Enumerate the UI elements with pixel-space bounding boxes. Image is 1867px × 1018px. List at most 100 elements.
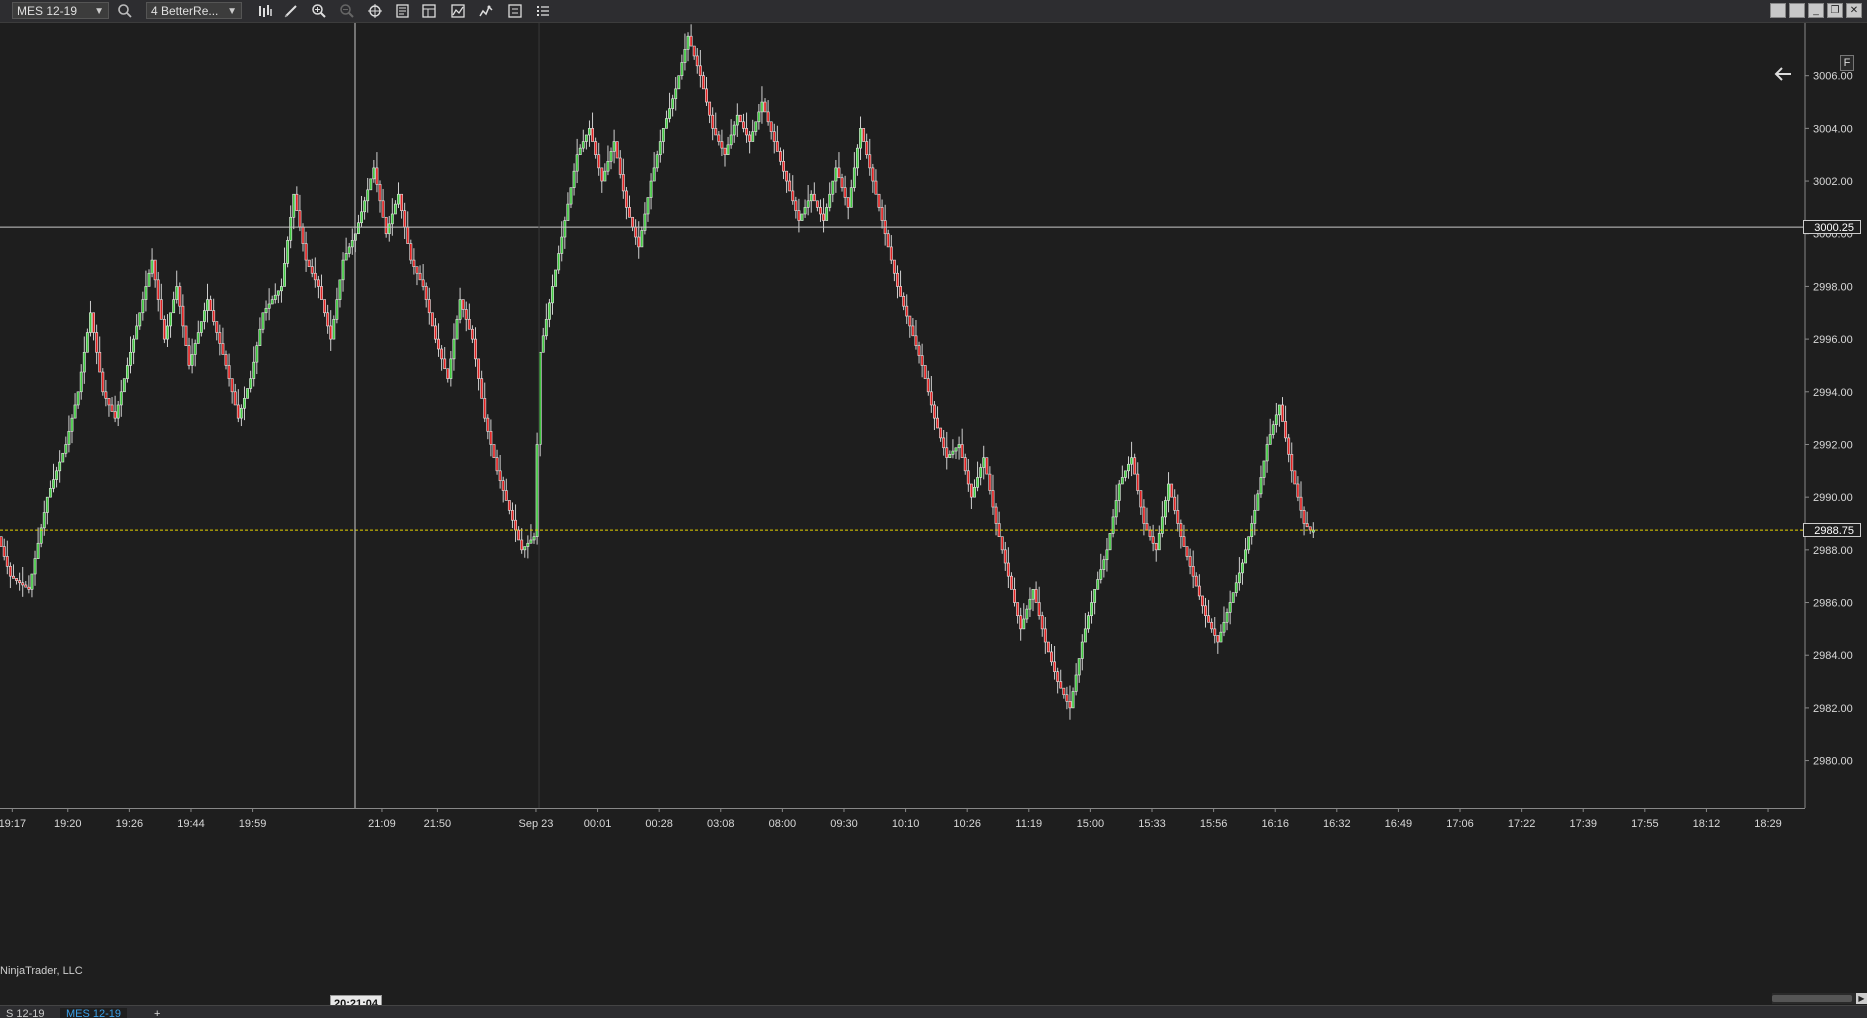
candle-down <box>1281 404 1284 422</box>
candle-down <box>323 299 327 314</box>
candle-up <box>726 144 730 156</box>
price-tick-label: 2998.00 <box>1813 281 1853 293</box>
candle-up <box>646 197 650 215</box>
candle-down <box>415 266 419 274</box>
indicators-icon[interactable] <box>477 2 495 20</box>
candle-down <box>504 490 508 501</box>
candle-down <box>501 480 505 491</box>
tile-icon[interactable] <box>1789 3 1805 18</box>
candle-up <box>1222 621 1226 633</box>
candle-up <box>286 240 290 264</box>
search-icon[interactable] <box>116 2 134 20</box>
candle-up <box>347 246 351 254</box>
restore-icon[interactable]: ❐ <box>1827 3 1843 18</box>
candle-down <box>939 427 943 439</box>
candle-down <box>209 299 213 311</box>
candle-down <box>991 490 995 508</box>
candle-down <box>467 319 471 330</box>
candle-down <box>597 154 601 169</box>
candle-down <box>113 411 117 419</box>
chevron-down-icon: ▼ <box>227 6 237 17</box>
candle-up <box>206 299 209 311</box>
candle-down <box>446 368 450 379</box>
candle-up <box>1087 615 1090 630</box>
candle-up <box>529 539 533 544</box>
candle-down <box>480 378 484 399</box>
candle-down <box>701 75 705 90</box>
candle-up <box>535 444 539 537</box>
candle-down <box>1068 701 1072 709</box>
bar-type-label: 4 BetterRe... <box>151 4 219 18</box>
tile-icon[interactable] <box>1770 3 1786 18</box>
list-icon[interactable] <box>534 2 552 20</box>
draw-pencil-icon[interactable] <box>282 2 300 20</box>
candle-down <box>896 272 899 287</box>
candle-down <box>1003 549 1007 564</box>
horizontal-scrollbar[interactable]: ▶ <box>1772 993 1867 1004</box>
minimize-icon[interactable]: _ <box>1808 3 1824 18</box>
zoom-in-icon[interactable] <box>310 2 328 20</box>
candle-down <box>985 457 989 475</box>
candle-down <box>837 167 841 179</box>
add-tab-button[interactable]: + <box>148 1008 166 1018</box>
candle-up <box>335 299 339 320</box>
scroll-right-icon[interactable]: ▶ <box>1856 993 1867 1004</box>
candle-up <box>55 470 59 480</box>
candle-down <box>212 310 216 322</box>
instrument-selector[interactable]: MES 12-19 ▼ <box>12 2 109 19</box>
candle-up <box>292 193 296 218</box>
templates-icon[interactable] <box>420 2 438 20</box>
candle-down <box>434 325 437 340</box>
crosshair-price-marker: 3000.25 <box>1803 220 1861 235</box>
candle-down <box>1299 496 1303 511</box>
candle-down <box>21 582 25 586</box>
candle-down <box>637 236 641 248</box>
watermark-label: NinjaTrader, LLC <box>0 965 83 977</box>
bar-type-selector[interactable]: 4 BetterRe... ▼ <box>146 2 242 19</box>
candle-up <box>957 444 961 449</box>
time-tick-label: 21:50 <box>424 818 452 830</box>
zoom-out-icon[interactable] <box>338 2 356 20</box>
price-chart[interactable]: 3006.003004.003002.003000.002998.002996.… <box>0 23 1867 995</box>
close-icon[interactable]: ✕ <box>1846 3 1862 18</box>
properties-icon[interactable] <box>394 2 412 20</box>
candle-up <box>1102 559 1106 570</box>
tab-chart-2[interactable]: MES 12-19 <box>60 1008 128 1018</box>
candle-up <box>640 230 644 248</box>
candle-up <box>48 488 52 498</box>
candle-up <box>1225 612 1229 623</box>
time-tick-label: 19:26 <box>116 818 144 830</box>
candle-up <box>578 147 582 156</box>
candle-up <box>357 222 360 235</box>
candle-down <box>1062 687 1066 696</box>
candle-up <box>33 558 37 575</box>
candle-up <box>1080 641 1084 659</box>
candle-up <box>1031 589 1035 600</box>
back-arrow-icon[interactable] <box>1772 63 1794 85</box>
candle-down <box>1000 536 1004 551</box>
candle-up <box>458 299 462 320</box>
f-button[interactable]: F <box>1840 55 1854 71</box>
candle-up <box>760 101 764 113</box>
crosshair-icon[interactable] <box>366 2 384 20</box>
time-tick-label: 19:20 <box>54 818 82 830</box>
candle-down <box>24 584 28 588</box>
candle-down <box>1182 536 1186 547</box>
chart-panel[interactable]: 3006.003004.003002.003000.002998.002996.… <box>0 23 1867 1012</box>
candle-up <box>366 189 370 202</box>
candle-up <box>175 286 179 300</box>
candle-down <box>634 226 638 238</box>
candle-down <box>785 170 789 182</box>
candle-up <box>828 193 832 208</box>
candle-up <box>1241 562 1244 574</box>
data-box-icon[interactable] <box>506 2 524 20</box>
candle-down <box>926 378 930 393</box>
tab-chart-1[interactable]: S 12-19 <box>0 1008 51 1018</box>
strategy-icon[interactable] <box>449 2 467 20</box>
candle-down <box>384 216 388 235</box>
candle-down <box>1136 473 1140 491</box>
time-tick-label: 15:56 <box>1200 818 1228 830</box>
scrollbar-thumb[interactable] <box>1772 995 1852 1002</box>
bar-style-icon[interactable] <box>256 2 274 20</box>
candle-down <box>788 180 792 192</box>
